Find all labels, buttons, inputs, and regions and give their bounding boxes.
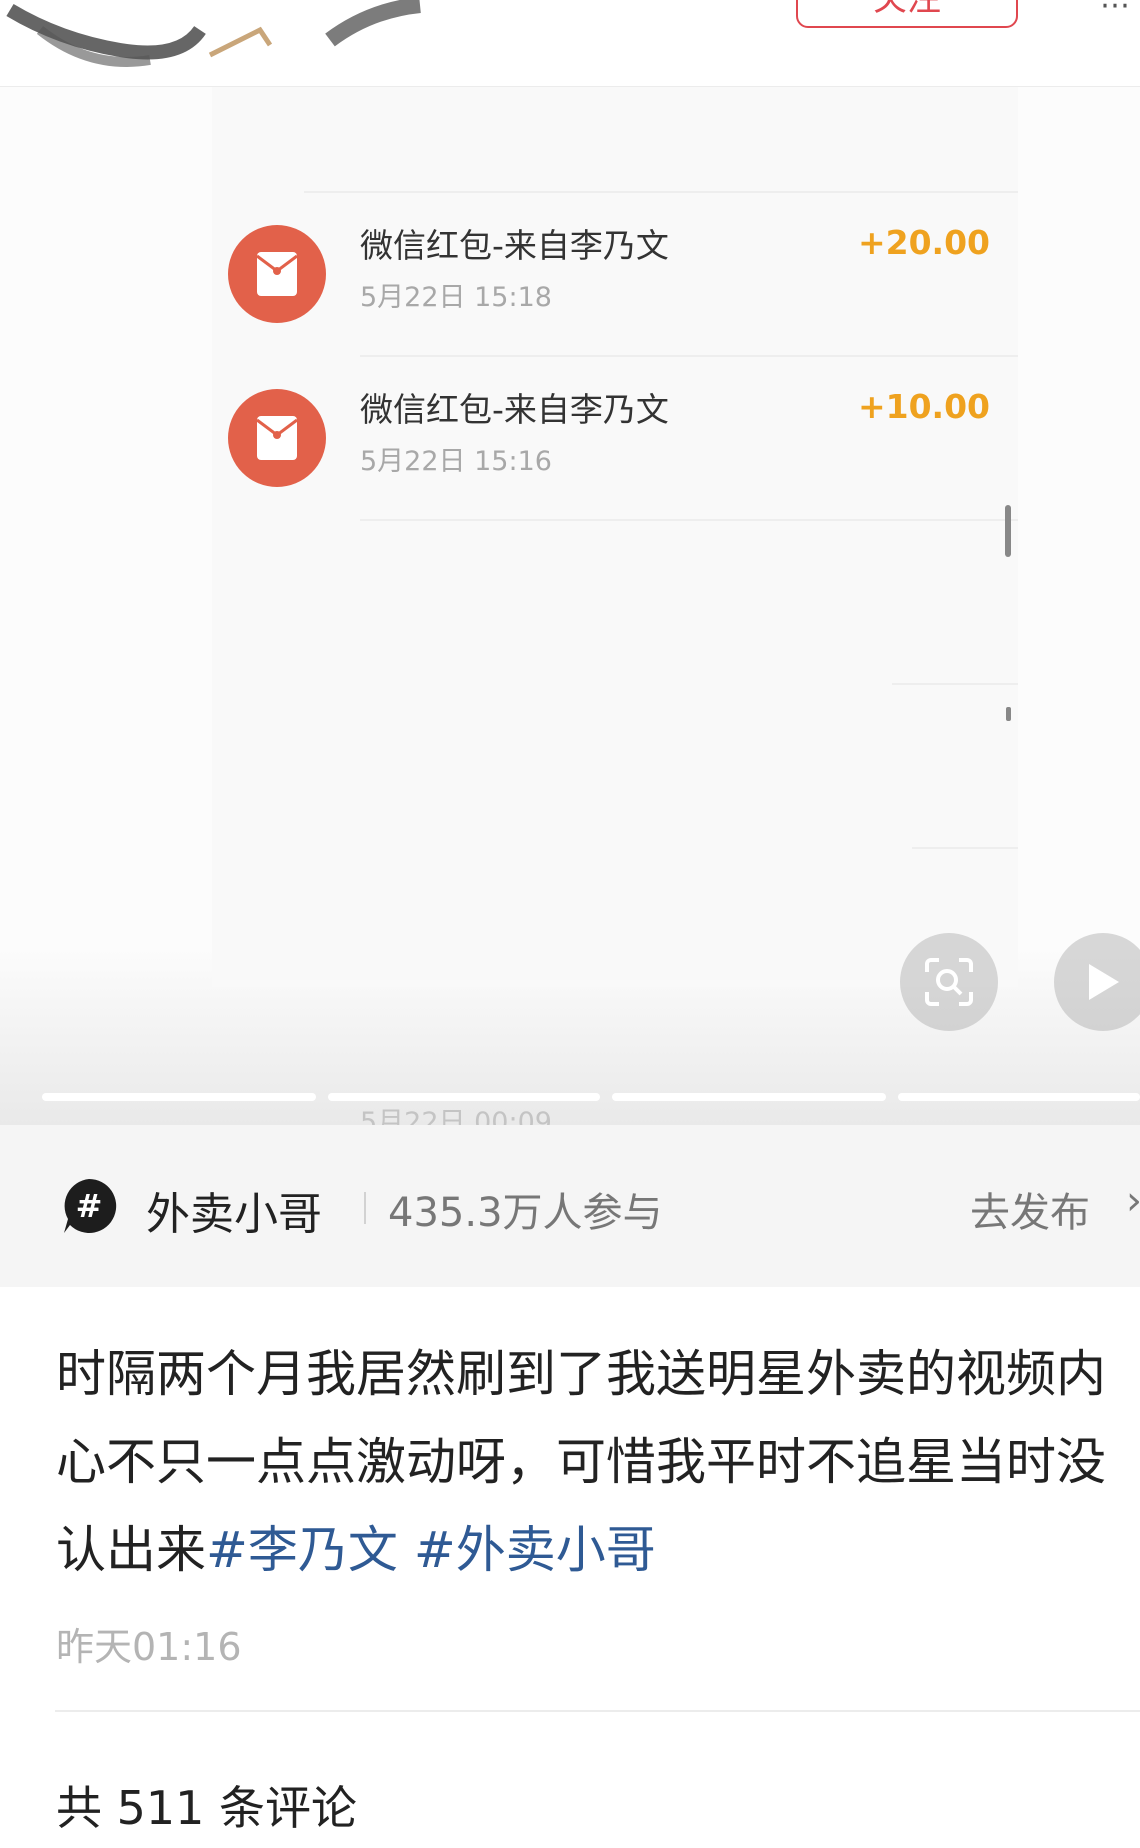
transaction-row: 微信红包-来自李乃文 5月22日 15:16 +10.00 <box>212 361 1018 487</box>
play-button[interactable] <box>1054 933 1140 1031</box>
post-time: 昨天01:16 <box>56 1625 242 1669</box>
image-progress-segment <box>328 1093 600 1101</box>
faint-transaction-time: 5月22日 00:09 <box>360 1107 552 1125</box>
image-progress-segment <box>42 1093 316 1101</box>
transaction-amount: +20.00 <box>857 223 990 262</box>
comment-count: 共 511 条评论 <box>56 1781 358 1835</box>
topic-hashtag-icon: # <box>64 1178 117 1233</box>
red-packet-icon <box>228 225 326 323</box>
image-progress-segment <box>612 1093 886 1101</box>
image-progress-segment <box>898 1093 1140 1101</box>
header-strip: 关注 ⋯ <box>0 0 1140 87</box>
topic-name[interactable]: 外卖小哥 <box>146 1178 322 1242</box>
play-icon <box>1089 964 1119 1000</box>
hashtag-link[interactable]: #外卖小哥 <box>414 1521 656 1579</box>
top-more-icon[interactable]: ⋯ <box>1100 0 1130 23</box>
transaction-time: 5月22日 15:18 <box>360 282 552 313</box>
transaction-title: 微信红包-来自李乃文 <box>360 226 669 265</box>
ledger-divider <box>360 355 1018 357</box>
chevron-right-icon[interactable]: › <box>1126 1178 1140 1224</box>
ledger-divider <box>360 519 1018 521</box>
topic-participants: 435.3万人参与 <box>388 1190 663 1236</box>
svg-text:#: # <box>76 1187 103 1225</box>
wallet-ledger-screenshot: 微信红包-来自李乃文 5月22日 15:18 +20.00 微信红包-来自李乃文… <box>212 87 1018 987</box>
transaction-time: 5月22日 15:16 <box>360 446 552 477</box>
cover-scribble-art <box>6 0 421 67</box>
scrollbar-marker <box>1006 707 1011 721</box>
post-image[interactable]: 微信红包-来自李乃文 5月22日 15:18 +20.00 微信红包-来自李乃文… <box>0 87 1140 1125</box>
ledger-divider <box>304 191 1018 193</box>
hashtag-link[interactable]: #李乃文 <box>206 1521 398 1579</box>
image-search-button[interactable] <box>900 933 998 1031</box>
transaction-row: 微信红包-来自李乃文 5月22日 15:18 +20.00 <box>212 197 1018 323</box>
publish-button[interactable]: 去发布 <box>970 1180 1090 1238</box>
scrollbar-thumb <box>1005 505 1011 557</box>
ledger-divider <box>912 847 1018 849</box>
post-caption: 时隔两个月我居然刷到了我送明星外卖的视频内心不只一点点激动呀，可惜我平时不追星当… <box>56 1330 1126 1594</box>
ledger-divider <box>892 683 1018 685</box>
red-packet-icon <box>228 389 326 487</box>
transaction-title: 微信红包-来自李乃文 <box>360 390 669 429</box>
follow-button[interactable]: 关注 <box>796 0 1018 28</box>
section-divider <box>55 1710 1140 1712</box>
transaction-amount: +10.00 <box>857 387 990 426</box>
image-search-icon <box>925 958 973 1006</box>
topic-divider <box>364 1192 366 1224</box>
